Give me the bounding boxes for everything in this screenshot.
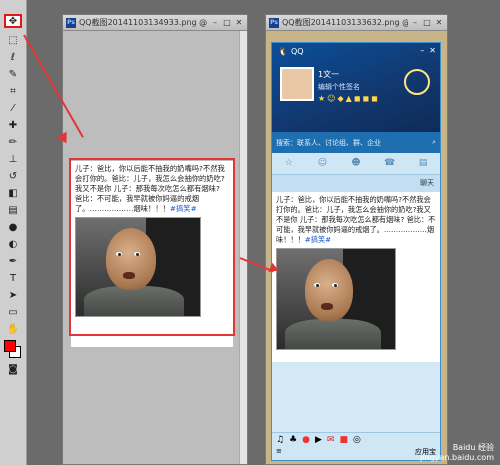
qq-penguin-icon: 🐧 xyxy=(278,47,288,56)
tab-groups-icon[interactable]: ☻ xyxy=(349,158,363,170)
photoshop-doc-icon: Ps xyxy=(269,17,279,28)
minimize-button[interactable]: – xyxy=(210,18,220,28)
left-vertical-scrollbar[interactable] xyxy=(239,31,247,464)
username[interactable]: 1文一 xyxy=(318,69,339,80)
tab-discussion-icon[interactable]: ☎ xyxy=(383,158,397,170)
healing-tool-icon[interactable]: ✚ xyxy=(4,118,22,132)
type-tool-icon[interactable]: T xyxy=(4,271,22,285)
brush-tool-icon[interactable]: ✏ xyxy=(4,135,22,149)
qq-bottom-bar: ♫ ♣ ● ▶ ✉ ■ ◎ ≡ 应用宝 xyxy=(272,432,440,460)
qq-search-bar[interactable]: 搜索：联系人、讨论组、群、企业 ⌕ xyxy=(272,132,440,153)
qq-meme-photo xyxy=(276,248,396,350)
qq-minimize-button[interactable]: – xyxy=(420,46,424,55)
tab-messages-icon[interactable]: ☆ xyxy=(282,158,296,170)
qq-panel: 🐧 QQ – ✕ 1文一 编辑个性签名 ★☺◆▲◼◼◼ 搜索：联系人、讨论组、群… xyxy=(271,42,441,461)
crop-tool-icon[interactable]: ⌗ xyxy=(4,84,22,98)
qq-post-card: 儿子：爸比，你以后能不抽我的奶嘴吗?不然我会打你的。爸比：儿子，我怎么会抽你的奶… xyxy=(272,192,440,362)
signature[interactable]: 编辑个性签名 xyxy=(318,82,360,92)
weather-icon xyxy=(404,69,430,95)
tools-panel: ✥ ⬚ ℓ ✎ ⌗ ⁄ ✚ ✏ ⊥ ↺ ◧ ▤ ● ◐ ✒ T ➤ ▭ ✋ ◙ xyxy=(0,0,27,465)
maximize-button[interactable]: □ xyxy=(422,18,432,28)
chat-header[interactable]: 聊天 xyxy=(272,175,440,192)
highlight-box xyxy=(69,158,235,336)
search-icon: ⌕ xyxy=(432,138,436,146)
left-document-window: Ps QQ截图20141103134933.png @ 100... – □ ✕… xyxy=(62,14,248,465)
marquee-tool-icon[interactable]: ⬚ xyxy=(4,33,22,47)
blur-tool-icon[interactable]: ● xyxy=(4,220,22,234)
dodge-tool-icon[interactable]: ◐ xyxy=(4,237,22,251)
right-window-titlebar[interactable]: Ps QQ截图20141103133632.png @ 100... – □ ✕ xyxy=(266,15,447,31)
qq-app-name: QQ xyxy=(290,47,304,56)
qq-bottom-row: ≡ 应用宝 xyxy=(272,447,440,457)
tab-contacts-icon[interactable]: ☺ xyxy=(315,158,329,170)
photoshop-doc-icon: Ps xyxy=(66,17,76,28)
qq-search-input[interactable]: 搜索：联系人、讨论组、群、企业 xyxy=(276,138,381,148)
maximize-button[interactable]: □ xyxy=(222,18,232,28)
avatar[interactable] xyxy=(280,67,314,101)
lasso-tool-icon[interactable]: ℓ xyxy=(4,50,22,64)
qq-post-text: 儿子：爸比，你以后能不抽我的奶嘴吗?不然我会打你的。爸比：儿子，我怎么会抽你的奶… xyxy=(276,195,436,244)
stamp-tool-icon[interactable]: ⊥ xyxy=(4,152,22,166)
status-icons-row[interactable]: ★☺◆▲◼◼◼ xyxy=(318,94,380,103)
close-button[interactable]: ✕ xyxy=(234,18,244,28)
hand-tool-icon[interactable]: ✋ xyxy=(4,322,22,336)
left-window-title: QQ截图20141103134933.png @ 100... xyxy=(79,18,208,27)
path-select-tool-icon[interactable]: ➤ xyxy=(4,288,22,302)
watermark-brand: Baidu 经验 xyxy=(452,443,494,452)
qq-close-button[interactable]: ✕ xyxy=(429,46,436,55)
close-button[interactable]: ✕ xyxy=(434,18,444,28)
watermark: Baidu 经验 jingyan.baidu.com xyxy=(420,443,494,463)
eraser-tool-icon[interactable]: ◧ xyxy=(4,186,22,200)
history-brush-tool-icon[interactable]: ↺ xyxy=(4,169,22,183)
eyedropper-tool-icon[interactable]: ⁄ xyxy=(4,101,22,115)
quick-select-tool-icon[interactable]: ✎ xyxy=(4,67,22,81)
tab-recent-icon[interactable]: ▤ xyxy=(416,158,430,170)
qq-tab-bar: ☆ ☺ ☻ ☎ ▤ xyxy=(272,153,440,175)
foreground-color-swatch[interactable] xyxy=(4,340,16,352)
qq-hashtag-link[interactable]: #搞笑# xyxy=(305,235,331,244)
qq-app-icons[interactable]: ♫ ♣ ● ▶ ✉ ■ ◎ xyxy=(272,433,440,447)
right-window-title: QQ截图20141103133632.png @ 100... xyxy=(282,18,408,27)
qq-header: 🐧 QQ – ✕ 1文一 编辑个性签名 ★☺◆▲◼◼◼ xyxy=(272,43,440,132)
shape-tool-icon[interactable]: ▭ xyxy=(4,305,22,319)
gradient-tool-icon[interactable]: ▤ xyxy=(4,203,22,217)
left-window-titlebar[interactable]: Ps QQ截图20141103134933.png @ 100... – □ ✕ xyxy=(63,15,247,31)
watermark-url: jingyan.baidu.com xyxy=(420,453,494,462)
menu-icon[interactable]: ≡ xyxy=(276,447,282,457)
move-tool-icon[interactable]: ✥ xyxy=(4,14,22,28)
pen-tool-icon[interactable]: ✒ xyxy=(4,254,22,268)
minimize-button[interactable]: – xyxy=(410,18,420,28)
quick-mask-icon[interactable]: ◙ xyxy=(4,362,22,376)
